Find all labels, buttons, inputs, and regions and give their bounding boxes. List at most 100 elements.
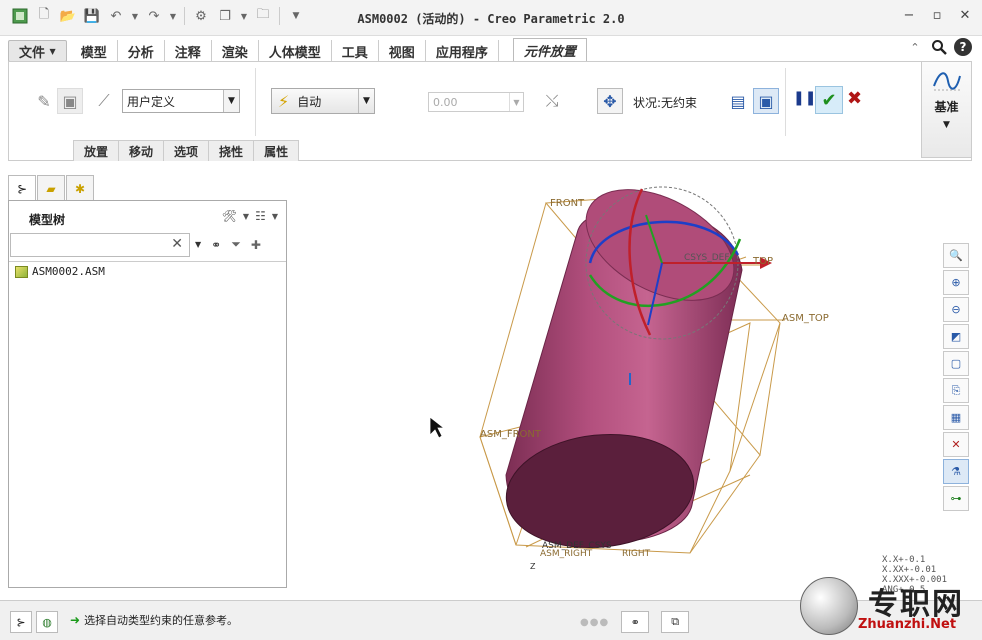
panel-tools: 🛠 ▼ ☷ ▼ — [222, 209, 278, 223]
browser-toggle-icon[interactable]: ◍ — [36, 611, 58, 633]
panel-title: 模型树 — [29, 213, 66, 227]
tab-file[interactable]: 文件 ▼ — [8, 40, 67, 62]
tab-model[interactable]: 模型 — [71, 40, 118, 62]
datum-button[interactable]: 基准 ▼ — [921, 62, 971, 158]
graphics-viewport[interactable]: FRONT TOP CSYS_DEF ASM_TOP ASM_FRONT ASM… — [290, 175, 982, 595]
datum-icon — [933, 72, 961, 91]
chevron-down-icon[interactable]: ▼ — [243, 212, 249, 221]
repaint-icon[interactable]: ◩ — [943, 324, 969, 349]
cursor-icon — [429, 416, 446, 439]
chevron-down-icon: ▼ — [943, 120, 950, 130]
tab-annotate[interactable]: 注释 — [165, 40, 212, 62]
flip-constraint-icon[interactable]: ⤯ — [539, 88, 565, 114]
ribbon-separator — [255, 68, 256, 136]
tab-tools[interactable]: 工具 — [332, 40, 379, 62]
tab-view[interactable]: 视图 — [379, 40, 426, 62]
progress-indicator: ●●● — [580, 616, 610, 628]
help-icon[interactable]: ? — [954, 38, 972, 56]
subtab-move[interactable]: 移动 — [118, 140, 165, 161]
minimize-button[interactable]: − — [900, 6, 918, 24]
spin-center-icon[interactable]: ⊶ — [943, 486, 969, 511]
show-icon[interactable]: ☷ — [255, 209, 266, 223]
z-axis-label: Z — [530, 562, 536, 571]
tree-search-input[interactable]: ✕ — [10, 233, 190, 257]
csys-label: CSYS_DEF — [684, 253, 730, 263]
mechanism-connect-icon[interactable]: ⟋ — [91, 88, 117, 114]
display-style-icon[interactable]: ▢ — [943, 351, 969, 376]
folder-browser-tab-icon[interactable]: ▰ — [37, 175, 65, 201]
front-label: FRONT — [550, 198, 585, 209]
asm-front-label: ASM_FRONT — [480, 429, 542, 440]
view-manager-icon[interactable]: ▦ — [943, 405, 969, 430]
separate-window-icon[interactable]: ▤ — [725, 88, 751, 114]
navigator-tabs: ⊱ ▰ ✱ — [8, 175, 94, 202]
favorites-tab-icon[interactable]: ✱ — [66, 175, 94, 201]
lightning-icon: ⚡ — [278, 91, 290, 111]
asm-right-label: ASM_RIGHT — [540, 549, 593, 559]
subtab-placement[interactable]: 放置 — [73, 140, 120, 161]
refit-icon[interactable]: 🔍 — [943, 243, 969, 268]
status-message: ➜ 选择自动类型约束的任意参考。 — [70, 613, 239, 627]
watermark-url: Zhuanzhi.Net — [858, 617, 957, 632]
find-icon[interactable]: ⚭ — [621, 611, 650, 633]
add-icon[interactable]: ✚ — [251, 238, 261, 252]
pause-button[interactable]: ❚❚ — [793, 90, 816, 106]
search-icon[interactable] — [930, 38, 948, 56]
assembly-window-icon[interactable]: ▣ — [753, 88, 779, 114]
help-tools: ⌃ ? — [906, 38, 972, 56]
watermark: 专职网 Zhuanzhi.Net — [798, 575, 982, 640]
selection-filter-icon[interactable]: ⧉ — [661, 611, 690, 633]
saved-orientations-icon[interactable]: ⎘ — [943, 378, 969, 403]
model-tree-panel: 模型树 🛠 ▼ ☷ ▼ ✕ ▼ ⚭ ⏷ ✚ ASM0002.ASM — [8, 200, 287, 588]
subtab-properties[interactable]: 属性 — [253, 140, 300, 161]
subtab-options[interactable]: 选项 — [163, 140, 210, 161]
list-item[interactable]: ASM0002.ASM — [15, 265, 105, 278]
navigator-toggle-icon[interactable]: ⊱ — [10, 611, 32, 633]
title-bar: 🗋 📂 💾 ↶ ▼ ↷ ▼ ⚙ ❐ ▼ 🗀 ▼ ASM0002 (活动的) - … — [0, 0, 982, 36]
close-button[interactable]: ✕ — [956, 6, 974, 24]
model-graphics: FRONT TOP CSYS_DEF ASM_TOP ASM_FRONT ASM… — [429, 186, 829, 571]
constraint-set-select[interactable]: 用户定义 ▼ — [122, 89, 240, 113]
right-label: RIGHT — [622, 549, 651, 559]
assembly-icon — [15, 265, 28, 278]
tab-component-placement[interactable]: 元件放置 — [512, 38, 587, 62]
datum-display-icon[interactable]: ✕ — [943, 432, 969, 457]
confirm-button[interactable]: ✔ — [815, 86, 843, 114]
minimize-ribbon-icon[interactable]: ⌃ — [906, 38, 924, 56]
offset-input[interactable]: 0.00 ▼ — [428, 92, 524, 112]
chevron-down-icon: ▼ — [49, 46, 56, 56]
filter-icon[interactable]: ⏷ — [231, 237, 241, 252]
placement-status: 状况:无约束 — [633, 96, 698, 110]
settings-icon[interactable]: 🛠 — [222, 209, 237, 223]
find-icon[interactable]: ⚭ — [211, 238, 221, 252]
annotation-display-icon[interactable]: ⚗ — [943, 459, 969, 484]
asm-top-label: ASM_TOP — [782, 313, 829, 324]
subtab-flexibility[interactable]: 挠性 — [208, 140, 255, 161]
clear-search-icon[interactable]: ✕ — [171, 236, 183, 252]
drag-component-icon[interactable]: ✎ — [31, 88, 57, 114]
coordinate-system-icon[interactable]: ✥ — [597, 88, 623, 114]
cancel-button[interactable]: ✖ — [847, 88, 862, 109]
zoom-out-icon[interactable]: ⊖ — [943, 297, 969, 322]
placement-subtabs: 放置 移动 选项 挠性 属性 — [73, 140, 300, 161]
chevron-down-icon[interactable]: ▼ — [272, 212, 278, 221]
tab-analysis[interactable]: 分析 — [118, 40, 165, 62]
zoom-in-icon[interactable]: ⊕ — [943, 270, 969, 295]
maximize-button[interactable]: ▫ — [928, 6, 946, 24]
constraint-type-select[interactable]: ⚡ 自动 ▼ — [271, 88, 375, 114]
status-tools: ●●● ⚭ ⧉ — [580, 611, 690, 633]
tab-manikin[interactable]: 人体模型 — [259, 40, 332, 62]
use-interface-icon[interactable]: ▣ — [57, 88, 83, 114]
window-title: ASM0002 (活动的) - Creo Parametric 2.0 — [357, 12, 625, 26]
top-label: TOP — [752, 256, 773, 267]
tab-render[interactable]: 渲染 — [212, 40, 259, 62]
chevron-down-icon: ▼ — [223, 90, 239, 112]
chevron-down-icon[interactable]: ▼ — [195, 240, 201, 249]
window-controls: − ▫ ✕ — [900, 6, 974, 24]
chevron-down-icon: ▼ — [509, 93, 523, 111]
chevron-down-icon: ▼ — [358, 89, 374, 113]
tab-applications[interactable]: 应用程序 — [426, 40, 499, 62]
view-toolbar: 🔍 ⊕ ⊖ ◩ ▢ ⎘ ▦ ✕ ⚗ ⊶ — [943, 243, 969, 511]
ribbon-tabs: 文件 ▼ 模型 分析 注释 渲染 人体模型 工具 视图 应用程序 元件放置 — [8, 38, 972, 62]
model-tree-tab-icon[interactable]: ⊱ — [8, 175, 36, 202]
